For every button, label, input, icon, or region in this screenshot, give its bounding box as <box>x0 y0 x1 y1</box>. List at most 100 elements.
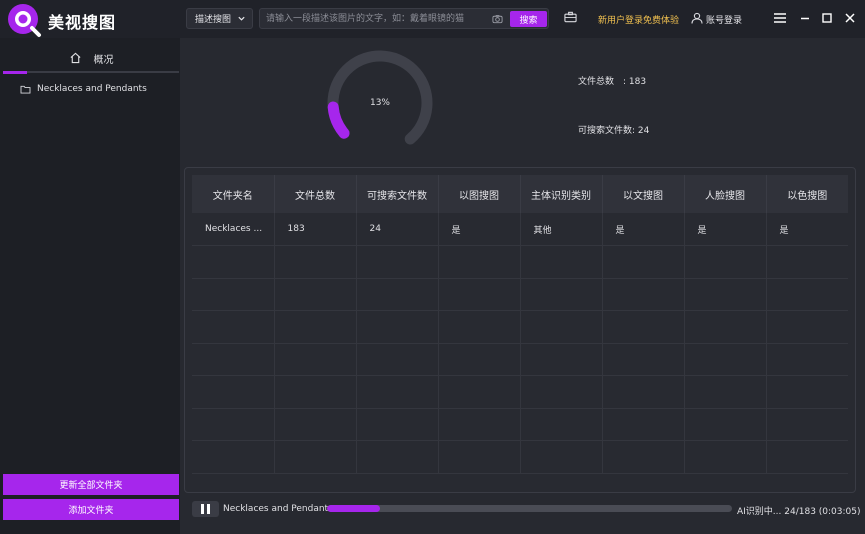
empty-table-row <box>192 278 848 311</box>
table-cell <box>766 310 848 344</box>
table-cell <box>520 245 603 279</box>
table-cell <box>766 343 848 376</box>
close-icon[interactable] <box>842 10 858 26</box>
login-link[interactable]: 账号登录 <box>706 13 742 26</box>
folder-table: 文件夹名 文件总数 可搜索文件数 以图搜图 主体识别类别 以文搜图 人脸搜图 以色搜图 Nec… <box>192 175 848 474</box>
table-cell <box>274 245 357 279</box>
empty-table-row <box>192 310 848 344</box>
table-cell <box>192 408 275 441</box>
table-cell <box>684 310 767 344</box>
table-cell <box>766 375 848 409</box>
table-cell <box>438 343 521 376</box>
table-cell <box>438 440 521 474</box>
table-cell <box>766 278 848 311</box>
searchable-files-stat: 可搜索文件数: 24 <box>578 126 650 136</box>
table-cell <box>684 245 767 279</box>
tab-overview[interactable]: 概况 <box>3 44 179 72</box>
table-cell <box>602 375 685 409</box>
table-row[interactable]: Necklaces ... 183 24 是其他是是是 <box>192 213 848 246</box>
folder-table-panel: 文件夹名 文件总数 可搜索文件数 以图搜图 主体识别类别 以文搜图 人脸搜图 以色搜图 Nec… <box>184 167 856 493</box>
sidebar-folder-item[interactable]: Necklaces and Pendants <box>20 84 147 94</box>
table-cell <box>356 245 439 279</box>
table-cell <box>274 310 357 344</box>
main-panel: 13% 文件总数 : 183 可搜索文件数: 24 文件夹名 文件总数 可搜索文件数… <box>180 38 865 534</box>
column-header: 人脸搜图 <box>684 175 767 213</box>
table-cell <box>766 408 848 441</box>
pause-icon <box>207 504 210 514</box>
user-icon[interactable] <box>691 12 703 24</box>
table-cell <box>520 408 603 441</box>
top-bar: 美视搜图 描述搜图 搜索 新用户登录免费体验 账号登录 <box>0 0 865 38</box>
toolbox-icon[interactable] <box>564 11 577 23</box>
table-cell <box>766 245 848 279</box>
table-cell <box>684 343 767 376</box>
folder-icon <box>20 85 31 94</box>
total-files-stat: 文件总数 : 183 <box>578 77 647 87</box>
camera-icon[interactable] <box>492 14 503 24</box>
table-cell <box>356 440 439 474</box>
column-header: 可搜索文件数 <box>356 175 439 213</box>
table-cell <box>602 440 685 474</box>
empty-table-row <box>192 375 848 409</box>
table-body: Necklaces ... 183 24 是其他是是是 <box>192 213 848 474</box>
table-header-row: 文件夹名 文件总数 可搜索文件数 以图搜图 主体识别类别 以文搜图 人脸搜图 以色搜图 <box>192 175 848 213</box>
column-header: 主体识别类别 <box>520 175 603 213</box>
table-cell: Necklaces ... <box>192 213 275 246</box>
table-cell <box>438 245 521 279</box>
table-cell <box>684 440 767 474</box>
promo-link[interactable]: 新用户登录免费体验 <box>598 13 679 26</box>
table-cell <box>520 440 603 474</box>
pause-button[interactable] <box>192 501 219 517</box>
table-cell <box>438 278 521 311</box>
table-cell <box>602 343 685 376</box>
table-cell <box>192 375 275 409</box>
sidebar: 概况 Necklaces and Pendants 更新全部文件夹 添加文件夹 <box>0 38 180 534</box>
table-cell <box>192 343 275 376</box>
table-cell: 其他 <box>520 213 603 246</box>
table-cell <box>438 310 521 344</box>
column-header: 以图搜图 <box>438 175 521 213</box>
search-input[interactable] <box>266 11 486 27</box>
pause-icon <box>201 504 204 514</box>
table-cell <box>274 343 357 376</box>
table-cell <box>684 408 767 441</box>
chevron-down-icon <box>238 16 245 21</box>
table-cell: 是 <box>766 213 848 246</box>
table-cell <box>602 408 685 441</box>
table-cell <box>274 408 357 441</box>
minimize-icon[interactable] <box>797 10 813 26</box>
tab-underline <box>3 70 179 74</box>
search-mode-label: 描述搜图 <box>195 15 232 25</box>
table-cell <box>602 310 685 344</box>
table-cell <box>356 310 439 344</box>
table-cell <box>520 278 603 311</box>
table-cell <box>356 343 439 376</box>
table-cell <box>356 408 439 441</box>
gauge-percent: 13% <box>369 98 390 108</box>
progress-status: AI识别中... 24/183 (0:03:05) <box>737 507 861 517</box>
table-cell <box>520 310 603 344</box>
empty-table-row <box>192 440 848 474</box>
app-window: 美视搜图 描述搜图 搜索 新用户登录免费体验 账号登录 <box>0 0 865 534</box>
table-cell <box>192 245 275 279</box>
gauge-fill <box>327 101 350 139</box>
table-cell <box>274 375 357 409</box>
progress-fill <box>327 505 381 512</box>
app-brand: 美视搜图 <box>48 13 117 32</box>
update-all-folders-button[interactable]: 更新全部文件夹 <box>3 474 179 495</box>
progress-bar <box>327 505 732 512</box>
search-button[interactable]: 搜索 <box>510 11 547 27</box>
menu-icon[interactable] <box>772 10 788 26</box>
empty-table-row <box>192 343 848 376</box>
column-header: 以文搜图 <box>602 175 685 213</box>
tab-overview-label: 概况 <box>93 54 114 66</box>
table-cell <box>356 278 439 311</box>
table-cell <box>438 375 521 409</box>
table-cell <box>602 245 685 279</box>
maximize-icon[interactable] <box>819 10 835 26</box>
status-bar: Necklaces and Pendants AI识别中... 24/183 (… <box>192 501 861 517</box>
add-folder-button[interactable]: 添加文件夹 <box>3 499 179 520</box>
table-cell: 是 <box>602 213 685 246</box>
search-mode-select[interactable]: 描述搜图 <box>186 8 253 29</box>
column-header: 以色搜图 <box>766 175 848 213</box>
